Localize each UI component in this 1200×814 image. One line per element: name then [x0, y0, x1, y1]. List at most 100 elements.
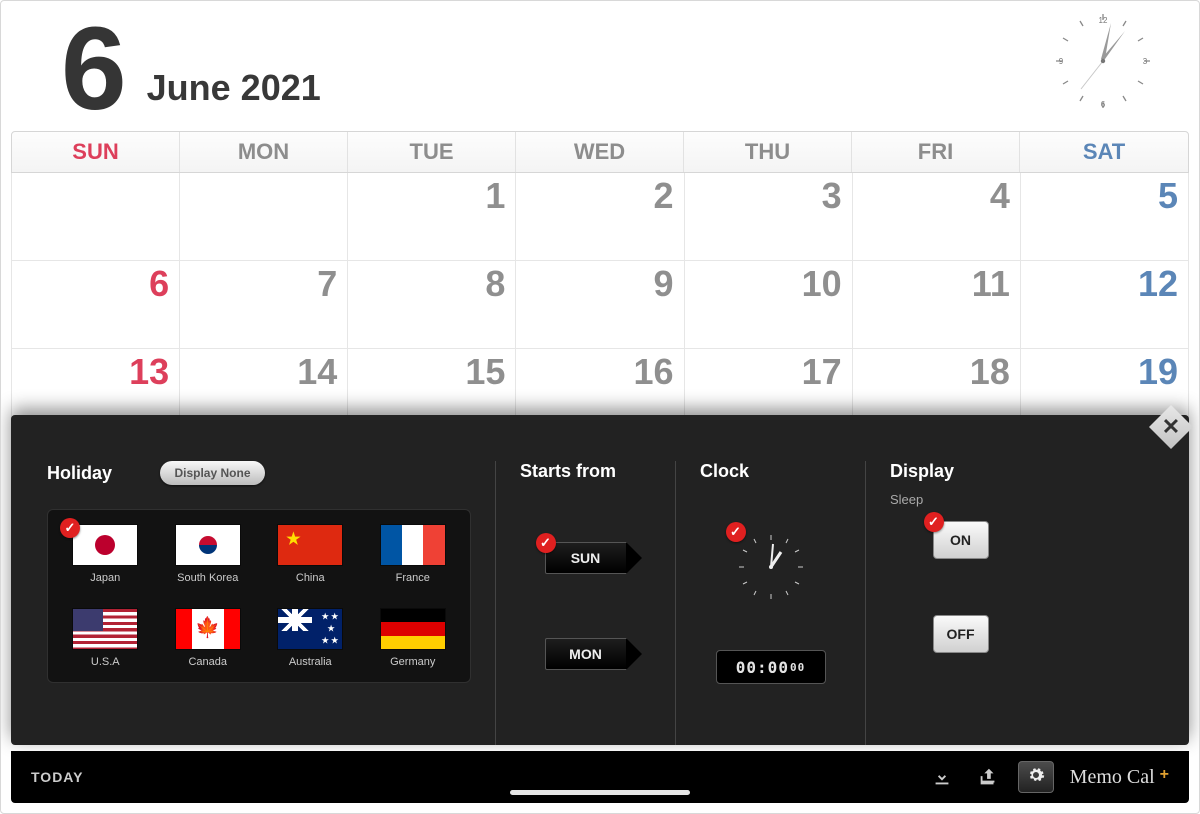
weekday-wed: WED: [516, 132, 684, 172]
flag-icon: [380, 608, 446, 650]
weekday-fri: FRI: [852, 132, 1020, 172]
clock-numeral-6: 6: [1101, 100, 1106, 109]
flag-icon: [277, 608, 343, 650]
calendar-cell[interactable]: 5: [1021, 173, 1189, 261]
today-button[interactable]: TODAY: [31, 769, 83, 785]
day-number: 4: [990, 175, 1010, 217]
weekday-sat: SAT: [1020, 132, 1188, 172]
month-number: 6: [61, 25, 123, 114]
gear-icon: [1027, 766, 1045, 789]
settings-panel: ✕ Holiday Display None Japan✓South Korea…: [11, 415, 1189, 745]
home-indicator[interactable]: [510, 790, 690, 795]
display-on-button[interactable]: ON✓: [933, 521, 989, 559]
app-brand: Memo Cal +: [1070, 766, 1169, 789]
day-number: 13: [129, 351, 169, 393]
day-number: 10: [802, 263, 842, 305]
flag-de[interactable]: Germany: [374, 608, 453, 668]
settings-button[interactable]: [1018, 761, 1054, 793]
flag-label: Japan: [66, 572, 145, 584]
holiday-flag-grid: Japan✓South KoreaChinaFranceU.S.A🍁Canada…: [47, 509, 471, 683]
flag-icon: [277, 524, 343, 566]
share-icon[interactable]: [974, 763, 1002, 791]
flag-label: Canada: [169, 656, 248, 668]
check-icon: ✓: [536, 533, 556, 553]
flag-label: Australia: [271, 656, 350, 668]
calendar-cell[interactable]: 9: [516, 261, 684, 349]
download-icon[interactable]: [928, 763, 956, 791]
day-number: 15: [465, 351, 505, 393]
day-number: 8: [485, 263, 505, 305]
calendar-cell[interactable]: 10: [685, 261, 853, 349]
day-number: 9: [654, 263, 674, 305]
calendar-cell[interactable]: 7: [180, 261, 348, 349]
brand-plus: +: [1160, 766, 1169, 783]
flag-jp[interactable]: Japan✓: [66, 524, 145, 584]
calendar-cell[interactable]: 3: [685, 173, 853, 261]
month-title: June 2021: [147, 67, 321, 109]
check-icon: ✓: [924, 512, 944, 532]
holiday-title: Holiday: [47, 463, 112, 483]
flag-ca[interactable]: 🍁Canada: [169, 608, 248, 668]
flag-icon: [72, 524, 138, 566]
clock-option-analog[interactable]: ✓: [736, 532, 806, 602]
day-number: 11: [972, 263, 1010, 305]
analog-clock: 12 3 6 9: [1053, 11, 1153, 111]
flag-label: Germany: [374, 656, 453, 668]
weekday-mon: MON: [180, 132, 348, 172]
check-icon: ✓: [60, 518, 80, 538]
day-number: 2: [654, 175, 674, 217]
weekday-thu: THU: [684, 132, 852, 172]
day-number: 14: [297, 351, 337, 393]
display-none-button[interactable]: Display None: [160, 461, 264, 485]
day-number: 19: [1138, 351, 1178, 393]
clock-second-hand: [1081, 61, 1103, 89]
display-off-button[interactable]: OFF: [933, 615, 989, 653]
calendar-cell[interactable]: 12: [1021, 261, 1189, 349]
calendar-cell[interactable]: 8: [348, 261, 516, 349]
display-subtitle: Sleep: [890, 492, 1031, 507]
calendar-header: 6 June 2021 12 3 6 9: [1, 1, 1199, 131]
check-icon: ✓: [726, 522, 746, 542]
calendar-cell[interactable]: 4: [853, 173, 1021, 261]
flag-label: U.S.A: [66, 656, 145, 668]
day-number: 12: [1138, 263, 1178, 305]
flag-icon: [380, 524, 446, 566]
section-clock: Clock ✓ 00:0000: [675, 461, 865, 745]
section-display: Display Sleep ON✓ OFF: [865, 461, 1055, 745]
flag-kr[interactable]: South Korea: [169, 524, 248, 584]
section-starts-from: Starts from SUN✓MON: [495, 461, 675, 745]
clock-option-digital[interactable]: 00:0000: [716, 650, 826, 684]
day-number: 7: [317, 263, 337, 305]
flag-label: France: [374, 572, 453, 584]
close-icon: ✕: [1162, 414, 1180, 440]
weekday-header: SUN MON TUE WED THU FRI SAT: [11, 131, 1189, 173]
flag-us[interactable]: U.S.A: [66, 608, 145, 668]
calendar-cell[interactable]: [180, 173, 348, 261]
brand-text: Memo Cal: [1070, 766, 1155, 788]
day-number: 17: [802, 351, 842, 393]
flag-cn[interactable]: China: [271, 524, 350, 584]
clock-numeral-9: 9: [1059, 57, 1064, 66]
day-number: 6: [149, 263, 169, 305]
calendar-cell[interactable]: 6: [12, 261, 180, 349]
flag-au[interactable]: Australia: [271, 608, 350, 668]
day-number: 18: [970, 351, 1010, 393]
flag-icon: [72, 608, 138, 650]
display-title: Display: [890, 461, 1031, 482]
clock-numeral-3: 3: [1143, 57, 1148, 66]
flag-label: China: [271, 572, 350, 584]
clock-title: Clock: [700, 461, 841, 482]
calendar-cell[interactable]: [12, 173, 180, 261]
flag-icon: [175, 524, 241, 566]
startsfrom-mon[interactable]: MON: [545, 638, 627, 670]
weekday-sun: SUN: [12, 132, 180, 172]
calendar-cell[interactable]: 11: [853, 261, 1021, 349]
day-number: 5: [1158, 175, 1178, 217]
bottom-toolbar: TODAY Memo Cal +: [11, 751, 1189, 803]
flag-fr[interactable]: France: [374, 524, 453, 584]
clock-numeral-12: 12: [1099, 16, 1108, 25]
startsfrom-sun[interactable]: SUN✓: [545, 542, 627, 574]
calendar-cell[interactable]: 2: [516, 173, 684, 261]
calendar-cell[interactable]: 1: [348, 173, 516, 261]
app-frame: 6 June 2021 12 3 6 9: [0, 0, 1200, 814]
